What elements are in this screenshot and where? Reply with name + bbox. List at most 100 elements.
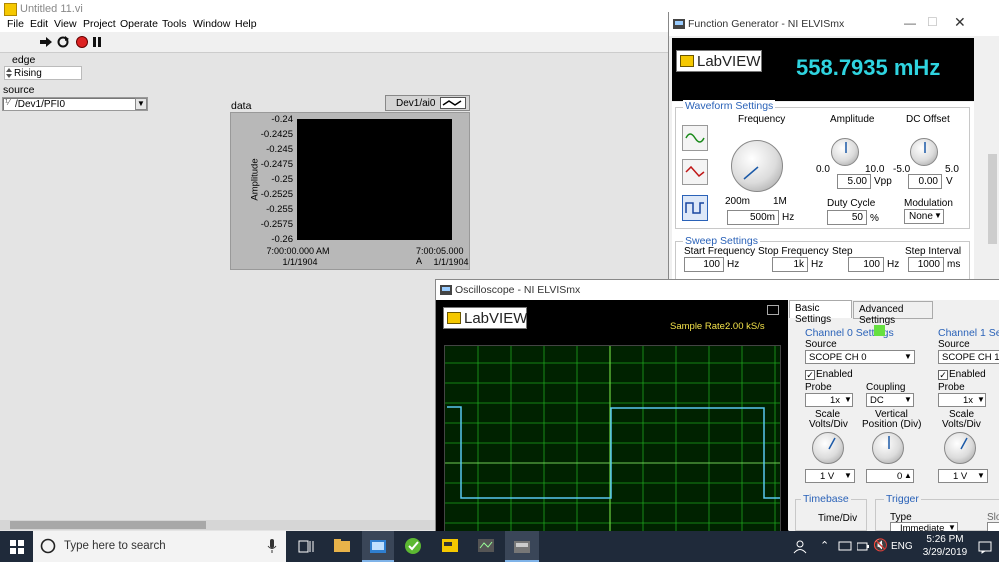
menu-edit[interactable]: Edit [30, 18, 48, 30]
menu-window[interactable]: Window [193, 18, 230, 30]
menu-tools[interactable]: Tools [162, 18, 187, 30]
ch0-scale-select[interactable]: 1 V ▼ [805, 469, 855, 483]
maximize-icon[interactable]: ☐ [927, 15, 938, 29]
square-wave-button[interactable] [682, 195, 708, 221]
scrollbar-thumb[interactable] [988, 154, 997, 244]
ch1-enabled-checkbox[interactable]: ✓ [938, 370, 948, 380]
duty-cycle-input[interactable]: 50 [827, 210, 867, 225]
scope-trace-plot [445, 346, 780, 531]
frequency-input[interactable]: 500m [727, 210, 779, 225]
labview-logo: LabVIEW [443, 307, 527, 329]
chevron-down-icon[interactable]: ▼ [977, 471, 985, 480]
waveform-settings-title: Waveform Settings [683, 100, 776, 112]
network-icon[interactable] [838, 541, 852, 552]
clock-date[interactable]: 3/29/2019 [918, 547, 972, 558]
search-placeholder: Type here to search [64, 540, 166, 552]
tray-chevron-up-icon[interactable]: ⌃ [820, 539, 829, 552]
ch0-source-select[interactable]: SCOPE CH 0 ▼ [805, 350, 915, 364]
triangle-wave-button[interactable] [682, 159, 708, 185]
labview-app-icon [4, 3, 17, 16]
stop-frequency-input[interactable]: 1k [772, 257, 808, 272]
source-dropdown-arrow-icon[interactable]: ▼ [135, 98, 147, 110]
battery-icon[interactable] [857, 541, 869, 552]
ch0-scale-knob[interactable] [812, 432, 844, 464]
ring-increment-icon[interactable] [6, 68, 12, 78]
file-explorer-icon[interactable] [332, 536, 352, 556]
ch0-enabled-checkbox[interactable]: ✓ [805, 370, 815, 380]
menu-view[interactable]: View [54, 18, 77, 30]
ch0-volts-div-label: Volts/Div [809, 419, 848, 430]
menu-help[interactable]: Help [235, 18, 257, 30]
stop-frequency-label: Stop Frequency [758, 246, 829, 257]
taskbar-app-active[interactable] [505, 531, 539, 562]
volume-muted-icon[interactable]: 🔇 [873, 538, 888, 552]
clock-time[interactable]: 5:26 PM [922, 534, 968, 545]
chevron-down-icon[interactable]: ▼ [934, 211, 942, 220]
y-tick: -0.26 [271, 234, 293, 245]
ch0-position-label: Position (Div) [862, 419, 922, 430]
start-frequency-input[interactable]: 100 [684, 257, 724, 272]
close-icon[interactable]: ✕ [954, 14, 966, 31]
task-view-icon[interactable] [296, 536, 316, 556]
time-div-label: Time/Div [818, 513, 858, 524]
ch1-probe-select[interactable]: 1x ▼ [938, 393, 986, 407]
ni-launcher-icon[interactable] [403, 536, 423, 556]
step-interval-input[interactable]: 1000 [908, 257, 944, 272]
ch1-source-select[interactable]: SCOPE CH 1 [938, 350, 999, 364]
chevron-down-icon[interactable]: ▼ [977, 395, 985, 404]
edge-value: Rising [14, 68, 42, 79]
dc-offset-knob[interactable] [910, 138, 938, 166]
plot-legend[interactable]: Dev1/ai0 [385, 95, 470, 111]
ch0-coupling-select[interactable]: DC ▼ [866, 393, 914, 407]
microphone-icon[interactable] [267, 539, 277, 554]
chevron-down-icon[interactable]: ▼ [904, 395, 912, 404]
menu-operate[interactable]: Operate [120, 18, 158, 30]
amplitude-input[interactable]: 5.00 [837, 174, 871, 189]
source-io-control[interactable]: ⅟ /Dev1/PFI0 ▼ [2, 97, 148, 111]
minimize-icon[interactable]: — [904, 16, 916, 30]
scrollbar-thumb[interactable] [10, 521, 206, 529]
amplitude-label: Amplitude [830, 114, 875, 125]
step-input[interactable]: 100 [848, 257, 884, 272]
ch0-probe-select[interactable]: 1x ▼ [805, 393, 853, 407]
chevron-down-icon[interactable]: ▼ [844, 471, 852, 480]
ch1-scale-knob[interactable] [944, 432, 976, 464]
menu-file[interactable]: File [7, 18, 24, 30]
taskbar-app-active[interactable] [362, 531, 394, 562]
ch0-vertical-position-knob[interactable] [872, 432, 904, 464]
dc-offset-input[interactable]: 0.00 [908, 174, 942, 189]
step-interval-label: Step Interval [905, 246, 962, 257]
stop-frequency-unit: Hz [811, 259, 824, 270]
scope-taskbar-icon[interactable] [476, 536, 496, 556]
edge-ring-control[interactable]: Rising [4, 66, 82, 80]
pause-icon[interactable] [93, 37, 101, 47]
notifications-icon[interactable] [978, 540, 992, 554]
frequency-knob[interactable] [731, 140, 783, 192]
y-tick: -0.2425 [260, 129, 293, 140]
run-continuously-icon[interactable] [57, 36, 69, 48]
labview-taskbar-icon[interactable] [440, 536, 460, 556]
chevron-down-icon[interactable]: ▼ [844, 395, 852, 404]
graph-plot-area[interactable] [297, 119, 452, 240]
lv-horizontal-scrollbar[interactable] [0, 520, 435, 530]
menu-project[interactable]: Project [83, 18, 116, 30]
chevron-down-icon[interactable]: ▼ [904, 352, 912, 361]
stepper-icon[interactable]: ▲ [904, 471, 912, 480]
tab-advanced-settings[interactable]: Advanced Settings [853, 301, 933, 326]
ch0-vertical-position-input[interactable]: 0 ▲ [866, 469, 914, 483]
windows-start-icon[interactable] [10, 540, 24, 554]
ch1-scale-select[interactable]: 1 V ▼ [938, 469, 988, 483]
amplitude-knob[interactable] [831, 138, 859, 166]
fg-vertical-scrollbar[interactable] [985, 36, 999, 284]
tab-basic-settings[interactable]: Basic Settings [789, 300, 852, 325]
people-icon[interactable] [793, 540, 807, 554]
language-indicator[interactable]: ENG [891, 541, 913, 552]
run-arrow-icon[interactable] [40, 37, 52, 47]
modulation-type-select[interactable]: None ▼ [904, 209, 944, 224]
taskbar-search-box[interactable]: Type here to search [33, 531, 286, 562]
sine-wave-button[interactable] [682, 125, 708, 151]
scope-graph[interactable] [444, 345, 781, 532]
abort-stop-icon[interactable] [76, 36, 88, 48]
fg-taskbar-icon [514, 541, 530, 553]
popout-icon[interactable] [767, 305, 779, 315]
